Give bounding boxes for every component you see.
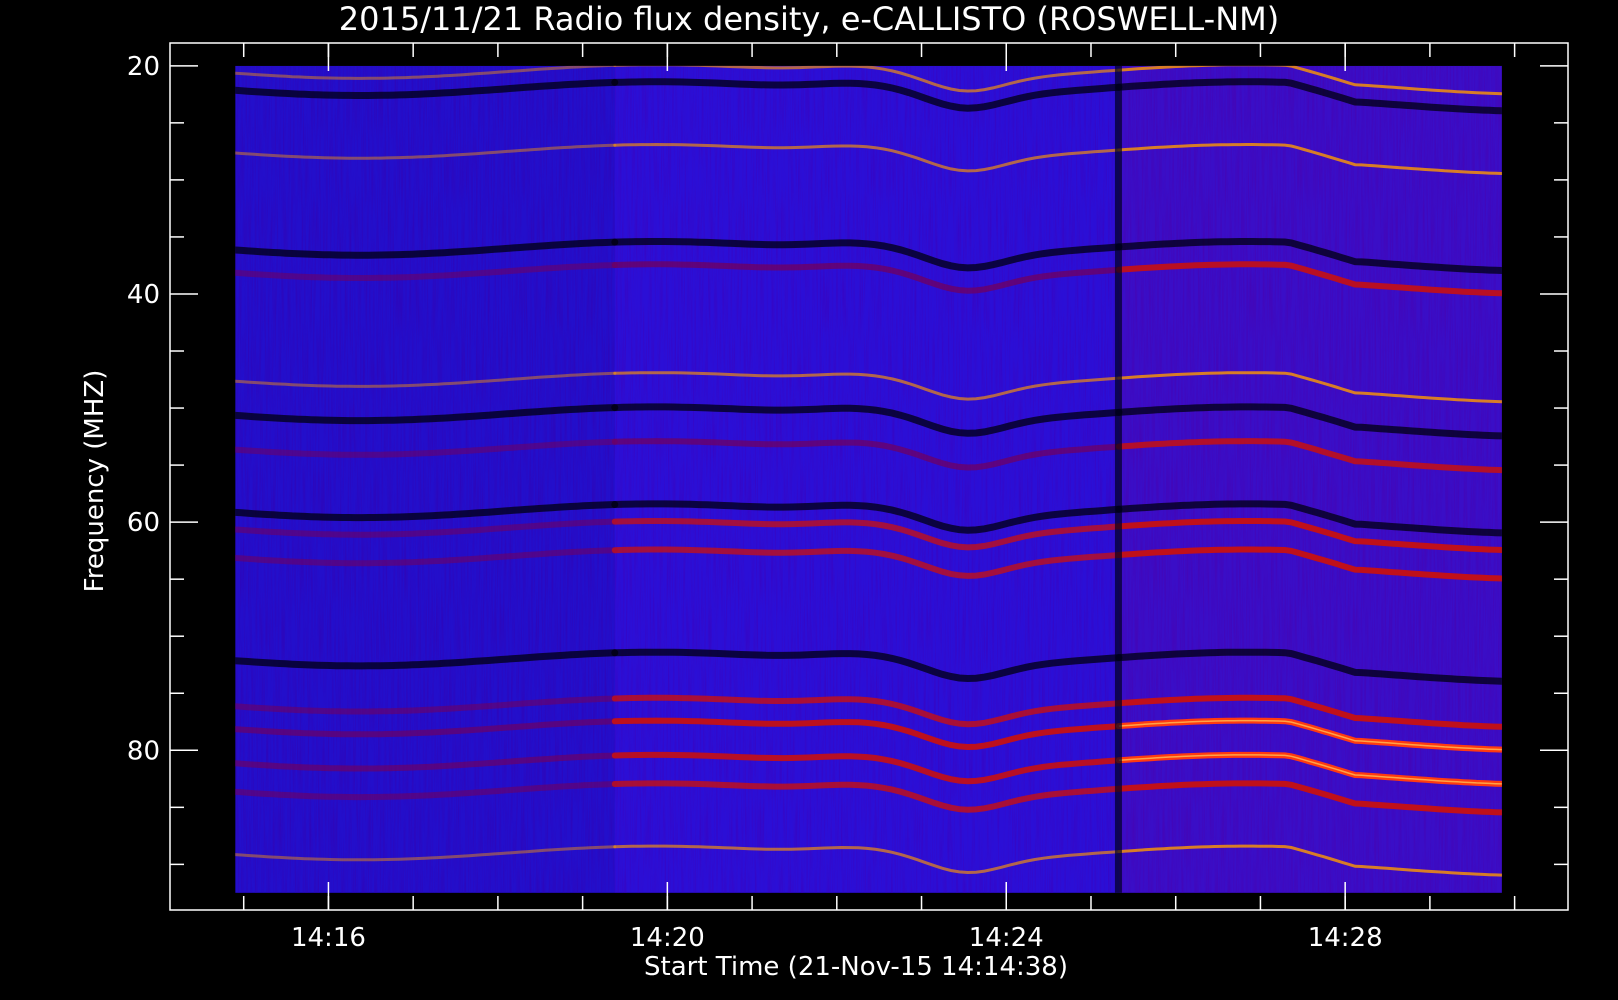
x-tick-label: 14:24 <box>969 923 1044 953</box>
x-tick-label: 14:16 <box>291 923 366 953</box>
heatmap-gap-line <box>1114 65 1122 893</box>
spectrogram-heatmap <box>235 65 1502 893</box>
y-axis-label: Frequency (MHZ) <box>80 370 110 593</box>
y-tick-label: 60 <box>127 508 160 538</box>
x-tick-label: 14:28 <box>1308 923 1383 953</box>
chart-title: 2015/11/21 Radio flux density, e-CALLIST… <box>339 0 1279 38</box>
x-tick-label: 14:20 <box>630 923 705 953</box>
y-tick-label: 20 <box>127 52 160 82</box>
x-axis-label: Start Time (21-Nov-15 14:14:38) <box>644 952 1068 982</box>
y-tick-label: 40 <box>127 280 160 310</box>
y-tick-label: 80 <box>127 736 160 766</box>
spectrogram-chart: 2015/11/21 Radio flux density, e-CALLIST… <box>80 0 1569 982</box>
heatmap-segment-2 <box>1118 65 1502 893</box>
